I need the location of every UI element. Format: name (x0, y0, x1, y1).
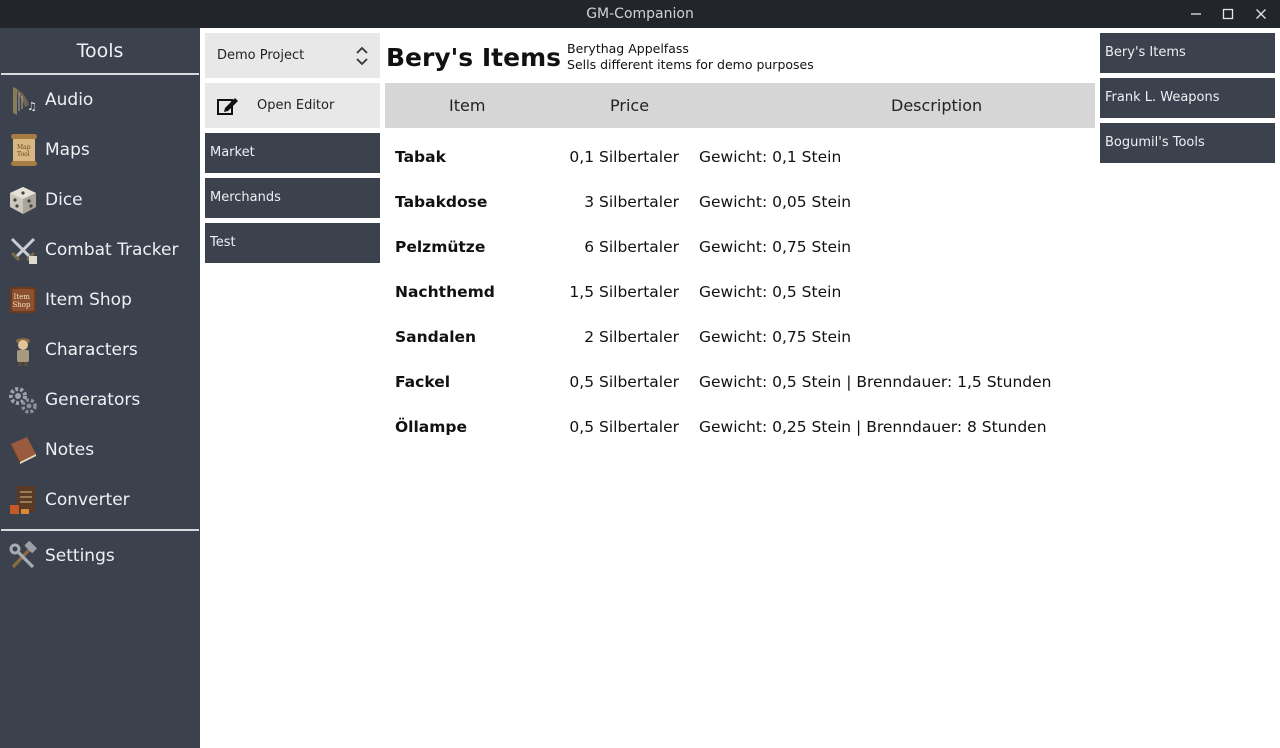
item-price: 0,5 Silbertaler (569, 418, 679, 436)
item-name: Pelzmütze (395, 238, 486, 256)
category-test[interactable]: Test (205, 223, 380, 263)
up-down-chevron-icon (356, 46, 368, 65)
category-column: Demo Project Open Editor Market Merchand… (205, 33, 380, 263)
gears-icon (0, 375, 45, 425)
project-dropdown[interactable]: Demo Project (205, 33, 380, 78)
sidebar-item-label: Audio (45, 90, 94, 110)
open-editor-button[interactable]: Open Editor (205, 83, 380, 128)
tools-sidebar: Tools ♫ Audio Map Tool Maps Dice Combat … (0, 28, 200, 748)
svg-text:♫: ♫ (27, 100, 37, 113)
sidebar-item-combat-tracker[interactable]: Combat Tracker (0, 225, 200, 275)
sidebar-item-converter[interactable]: Converter (0, 475, 200, 525)
shop-button-bogumils-tools[interactable]: Bogumil's Tools (1100, 123, 1275, 163)
item-description: Gewicht: 0,5 Stein (699, 283, 842, 301)
sidebar-item-label: Settings (45, 546, 115, 566)
item-name: Nachthemd (395, 283, 495, 301)
item-description: Gewicht: 0,1 Stein (699, 148, 842, 166)
sidebar-item-label: Dice (45, 190, 83, 210)
edit-icon (205, 95, 251, 117)
item-name: Tabak (395, 148, 446, 166)
shop-owner: Berythag Appelfass (567, 41, 689, 56)
category-merchands[interactable]: Merchands (205, 178, 380, 218)
item-description: Gewicht: 0,05 Stein (699, 193, 852, 211)
svg-text:Shop: Shop (12, 301, 31, 309)
window-title: GM-Companion (586, 6, 694, 22)
item-name: Öllampe (395, 418, 468, 436)
sidebar-title: Tools (76, 40, 124, 62)
close-button[interactable] (1244, 0, 1277, 28)
crossed-swords-icon (0, 225, 45, 275)
shop-description: Sells different items for demo purposes (567, 57, 814, 72)
item-shop-sign-icon: Item Shop (0, 275, 45, 325)
shop-list: Bery's Items Frank L. Weapons Bogumil's … (1100, 33, 1275, 168)
sidebar-item-maps[interactable]: Map Tool Maps (0, 125, 200, 175)
category-market[interactable]: Market (205, 133, 380, 173)
sidebar-item-label: Generators (45, 390, 141, 410)
shop-button-berys-items[interactable]: Bery's Items (1100, 33, 1275, 73)
table-row[interactable]: Sandalen 2 Silbertaler Gewicht: 0,75 Ste… (385, 314, 1095, 359)
item-name: Fackel (395, 373, 451, 391)
sidebar-item-generators[interactable]: Generators (0, 375, 200, 425)
maximize-icon (1222, 8, 1233, 20)
item-description: Gewicht: 0,25 Stein | Brenndauer: 8 Stun… (699, 418, 1047, 436)
hammer-wrench-icon (0, 531, 45, 581)
item-price: 1,5 Silbertaler (569, 283, 679, 301)
sidebar-item-audio[interactable]: ♫ Audio (0, 75, 200, 125)
window-titlebar: GM-Companion (0, 0, 1280, 28)
sidebar-item-item-shop[interactable]: Item Shop Item Shop (0, 275, 200, 325)
item-name: Tabakdose (395, 193, 488, 211)
sidebar-item-label: Converter (45, 490, 130, 510)
open-editor-label: Open Editor (257, 98, 335, 113)
sidebar-item-label: Item Shop (45, 290, 132, 310)
sidebar-item-characters[interactable]: Characters (0, 325, 200, 375)
shop-header: Bery's Items Berythag Appelfass Sells di… (386, 37, 814, 77)
shop-title: Bery's Items (386, 42, 562, 72)
column-header-description: Description (891, 96, 983, 115)
sidebar-item-label: Characters (45, 340, 138, 360)
lyre-icon: ♫ (0, 75, 45, 125)
table-row[interactable]: Öllampe 0,5 Silbertaler Gewicht: 0,25 St… (385, 404, 1095, 449)
sidebar-item-label: Notes (45, 440, 95, 460)
column-header-item: Item (449, 96, 486, 115)
item-price: 6 Silbertaler (584, 238, 679, 256)
table-row[interactable]: Fackel 0,5 Silbertaler Gewicht: 0,5 Stei… (385, 359, 1095, 404)
character-icon (0, 325, 45, 375)
item-price: 0,1 Silbertaler (569, 148, 679, 166)
sidebar-item-settings[interactable]: Settings (0, 531, 200, 581)
item-description: Gewicht: 0,75 Stein (699, 328, 852, 346)
table-row[interactable]: Tabakdose 3 Silbertaler Gewicht: 0,05 St… (385, 179, 1095, 224)
project-dropdown-value: Demo Project (217, 48, 305, 63)
item-description: Gewicht: 0,75 Stein (699, 238, 852, 256)
column-header-price: Price (610, 96, 650, 115)
table-row[interactable]: Pelzmütze 6 Silbertaler Gewicht: 0,75 St… (385, 224, 1095, 269)
sidebar-item-label: Combat Tracker (45, 240, 179, 260)
converter-icon (0, 475, 45, 525)
minimize-icon (1190, 13, 1201, 15)
svg-text:Item: Item (13, 293, 30, 301)
table-row[interactable]: Nachthemd 1,5 Silbertaler Gewicht: 0,5 S… (385, 269, 1095, 314)
sidebar-item-notes[interactable]: Notes (0, 425, 200, 475)
close-icon (1255, 9, 1266, 19)
dice-icon (0, 175, 45, 225)
item-price: 3 Silbertaler (584, 193, 679, 211)
item-name: Sandalen (395, 328, 477, 346)
shop-button-frank-l-weapons[interactable]: Frank L. Weapons (1100, 78, 1275, 118)
minimize-button[interactable] (1179, 0, 1212, 28)
sidebar-item-label: Maps (45, 140, 90, 160)
sidebar-item-dice[interactable]: Dice (0, 175, 200, 225)
maximize-button[interactable] (1211, 0, 1244, 28)
item-price: 0,5 Silbertaler (569, 373, 679, 391)
item-table-header: Item Price Description (385, 83, 1095, 128)
shop-info: Berythag Appelfass Sells different items… (567, 41, 814, 73)
svg-text:Tool: Tool (17, 151, 30, 158)
item-description: Gewicht: 0,5 Stein | Brenndauer: 1,5 Stu… (699, 373, 1052, 391)
book-icon (0, 425, 45, 475)
item-price: 2 Silbertaler (584, 328, 679, 346)
table-row[interactable]: Tabak 0,1 Silbertaler Gewicht: 0,1 Stein (385, 134, 1095, 179)
map-scroll-icon: Map Tool (0, 125, 45, 175)
svg-text:Map: Map (17, 144, 31, 151)
